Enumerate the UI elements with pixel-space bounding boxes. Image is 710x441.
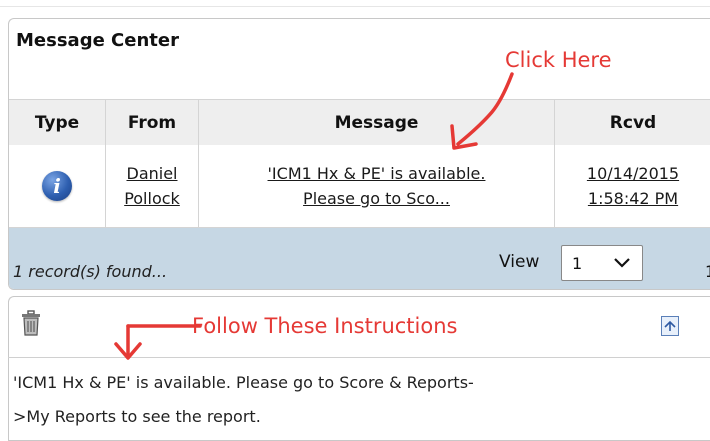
from-link-line2[interactable]: Pollock bbox=[124, 186, 180, 211]
header-rcvd[interactable]: Rcvd bbox=[555, 100, 710, 145]
message-link-line1[interactable]: 'ICM1 Hx & PE' is available. bbox=[268, 161, 486, 186]
records-count: 1 record(s) found... bbox=[13, 262, 168, 281]
red-arrow-left-icon bbox=[114, 324, 202, 360]
click-here-annotation: Click Here bbox=[505, 48, 612, 72]
table-header: Type From Message Rcvd bbox=[9, 99, 710, 146]
detail-text-line1: 'ICM1 Hx & PE' is available. Please go t… bbox=[13, 373, 474, 392]
detail-text-line2: >My Reports to see the report. bbox=[13, 407, 261, 426]
rcvd-cell: 10/14/2015 1:58:42 PM bbox=[555, 145, 710, 227]
top-divider bbox=[0, 6, 710, 7]
rcvd-link-line1[interactable]: 10/14/2015 bbox=[587, 161, 679, 186]
restore-icon[interactable] bbox=[661, 316, 679, 336]
info-icon: i bbox=[42, 171, 72, 201]
view-select[interactable]: 1 bbox=[561, 245, 643, 281]
message-link-line2[interactable]: Please go to Sco... bbox=[303, 186, 450, 211]
restore-glyph-icon bbox=[664, 320, 676, 331]
header-type[interactable]: Type bbox=[9, 100, 105, 145]
from-link-line1[interactable]: Daniel bbox=[127, 161, 178, 186]
view-label: View bbox=[499, 252, 540, 272]
page-number[interactable]: 1 bbox=[705, 262, 710, 281]
trash-icon[interactable] bbox=[21, 310, 41, 336]
panel-title: Message Center bbox=[16, 30, 179, 51]
table-footer: 1 record(s) found... View 1 1 bbox=[9, 228, 710, 289]
type-cell: i bbox=[9, 145, 105, 227]
red-arrow-icon bbox=[450, 72, 514, 150]
from-cell: Daniel Pollock bbox=[106, 145, 198, 227]
chevron-down-icon bbox=[614, 258, 630, 268]
view-select-value: 1 bbox=[572, 254, 583, 273]
follow-instructions-annotation: Follow These Instructions bbox=[192, 314, 458, 338]
rcvd-link-line2[interactable]: 1:58:42 PM bbox=[588, 186, 678, 211]
header-from[interactable]: From bbox=[106, 100, 198, 145]
table-row[interactable]: i Daniel Pollock 'ICM1 Hx & PE' is avail… bbox=[9, 145, 710, 228]
